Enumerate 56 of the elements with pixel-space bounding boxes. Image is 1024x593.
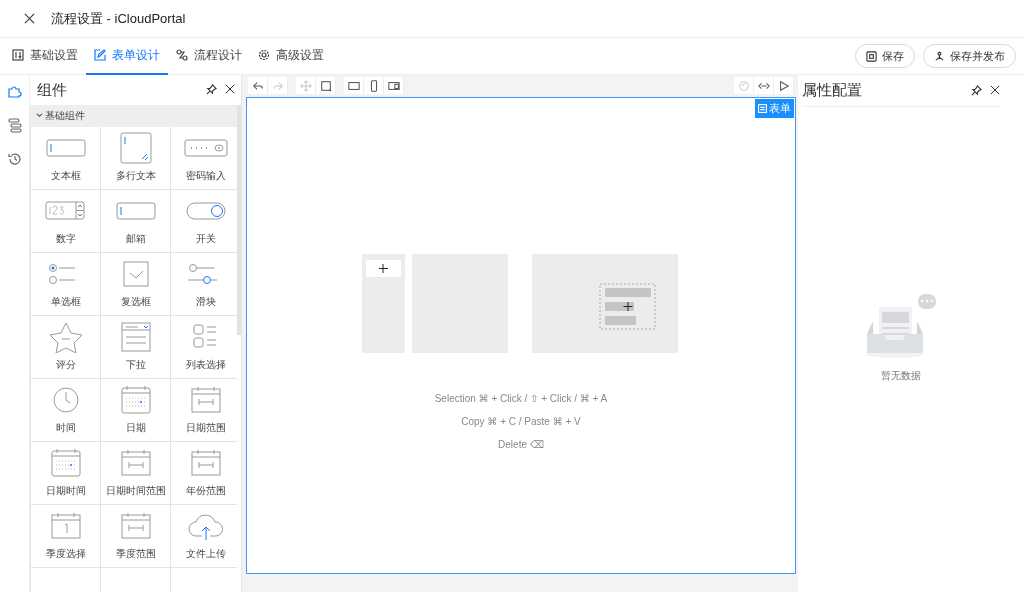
tab[interactable]: 基础设置 [4, 37, 86, 75]
close-icon[interactable] [990, 85, 1000, 95]
tab[interactable]: 流程设计 [168, 37, 250, 75]
tablet-icon [387, 79, 400, 92]
panel-title: 属性配置 [802, 80, 862, 101]
tab[interactable]: 高级设置 [250, 37, 332, 75]
component-tile[interactable]: 数字 [31, 189, 101, 253]
shortcut-hint: Delete ⌫ [498, 438, 544, 452]
desktop-button[interactable] [344, 77, 364, 94]
group-header[interactable]: 基础组件 [30, 104, 238, 127]
component-tile[interactable]: 文本框 [31, 126, 101, 190]
save-button[interactable]: 保存 [855, 44, 915, 68]
tablet-button[interactable] [384, 77, 404, 94]
crop-icon [319, 79, 332, 92]
component-tile[interactable]: 评分 [31, 315, 101, 379]
publish-icon [934, 50, 945, 62]
component-tile[interactable]: 季度范围 [101, 504, 171, 568]
edit-icon [94, 49, 106, 61]
close-icon[interactable] [24, 13, 35, 24]
code-button[interactable] [754, 77, 774, 94]
desktop-icon [347, 79, 360, 92]
component-tile[interactable]: 日期时间范围 [101, 441, 171, 505]
empty-inbox-drawing [865, 294, 937, 360]
publish-button[interactable]: 保存并发布 [923, 44, 1016, 68]
close-icon[interactable] [225, 84, 235, 95]
form-icon [758, 103, 767, 113]
component-tile[interactable]: 日期时间 [31, 441, 101, 505]
component-tile[interactable]: 复选框 [101, 252, 171, 316]
component-tile[interactable]: 时间 [31, 378, 101, 442]
chevron-icon [36, 112, 43, 120]
move-icon [299, 79, 312, 92]
empty-state-text: 暂无数据 [881, 369, 921, 383]
undo-button[interactable] [248, 77, 268, 94]
crop-button[interactable] [316, 77, 336, 94]
component-tile[interactable]: 多行文本 [101, 126, 171, 190]
play-button[interactable] [774, 77, 794, 94]
component-tile[interactable]: 季度选择 [31, 504, 101, 568]
shortcut-hint: Selection ⌘ + Click / ⇧ + Click / ⌘ + A [434, 392, 608, 406]
component-tile[interactable]: 下拉 [101, 315, 171, 379]
window-title: 流程设置 - iCloudPortal [51, 9, 186, 28]
panel-title: 组件 [37, 79, 67, 100]
shortcut-hint: Copy ⌘ + C / Paste ⌘ + V [461, 415, 581, 429]
settings-icon [258, 49, 270, 61]
tab[interactable]: 表单设计 [86, 37, 168, 75]
phone-button[interactable] [364, 77, 384, 94]
pin-icon[interactable] [206, 84, 217, 96]
table-icon [12, 49, 24, 61]
component-tile[interactable]: 单选框 [31, 252, 101, 316]
component-tile[interactable]: 日期 [101, 378, 171, 442]
undo-icon [251, 79, 264, 92]
save-icon [866, 50, 877, 62]
redo-icon [271, 79, 284, 92]
pin-icon[interactable] [971, 85, 982, 96]
form-badge: 表单 [755, 99, 794, 118]
component-tile[interactable]: 邮箱 [101, 189, 171, 253]
play-icon [777, 79, 790, 92]
